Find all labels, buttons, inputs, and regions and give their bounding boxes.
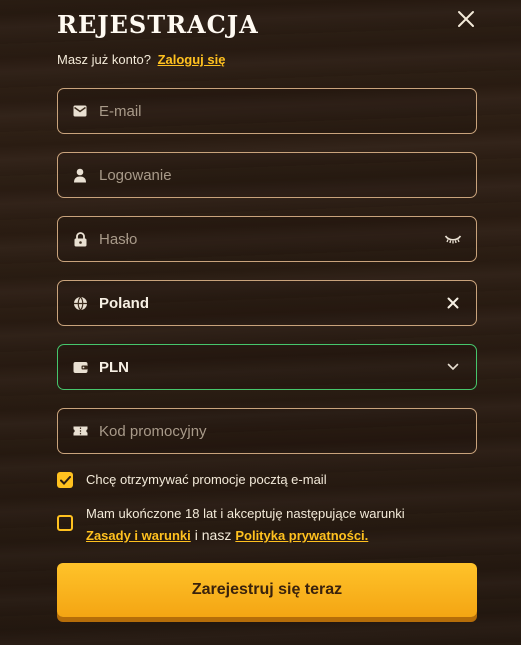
- globe-icon: [72, 295, 88, 311]
- login-placeholder: Logowanie: [99, 166, 172, 184]
- registration-modal: REJESTRACJA Masz już konto? Zaloguj się …: [0, 0, 521, 645]
- register-button[interactable]: Zarejestruj się teraz: [57, 563, 477, 617]
- ticket-icon: [72, 423, 88, 439]
- terms-connector: i nasz: [194, 527, 232, 543]
- clear-icon[interactable]: [444, 294, 462, 312]
- terms-label: Mam ukończone 18 lat i akceptuję następu…: [86, 506, 405, 521]
- terms-checkbox[interactable]: [57, 515, 73, 531]
- wallet-icon: [72, 359, 88, 375]
- country-select[interactable]: Poland: [57, 280, 477, 326]
- promo-code-field[interactable]: Kod promocyjny: [57, 408, 477, 454]
- login-link[interactable]: Zaloguj się: [158, 52, 226, 67]
- password-field[interactable]: Hasło: [57, 216, 477, 262]
- eye-closed-icon[interactable]: [444, 230, 462, 248]
- currency-select[interactable]: PLN: [57, 344, 477, 390]
- close-icon[interactable]: [453, 6, 479, 32]
- chevron-down-icon[interactable]: [444, 358, 462, 376]
- envelope-icon: [72, 103, 88, 119]
- have-account-text: Masz już konto?: [57, 52, 151, 67]
- password-placeholder: Hasło: [99, 230, 138, 248]
- login-prompt: Masz już konto? Zaloguj się: [57, 52, 225, 67]
- promo-code-placeholder: Kod promocyjny: [99, 422, 207, 440]
- currency-value: PLN: [99, 358, 129, 376]
- privacy-link[interactable]: Polityka prywatności.: [235, 528, 368, 543]
- terms-consent: Mam ukończone 18 lat i akceptuję następu…: [57, 506, 405, 543]
- login-field[interactable]: Logowanie: [57, 152, 477, 198]
- newsletter-consent: Chcę otrzymywać promocje pocztą e-mail: [57, 472, 327, 488]
- user-icon: [72, 167, 88, 183]
- terms-link[interactable]: Zasady i warunki: [86, 528, 191, 543]
- modal-title: REJESTRACJA: [57, 10, 259, 39]
- country-value: Poland: [99, 294, 150, 312]
- email-field[interactable]: E-mail: [57, 88, 477, 134]
- newsletter-checkbox[interactable]: [57, 472, 73, 488]
- check-icon: [59, 475, 71, 485]
- email-placeholder: E-mail: [99, 102, 142, 120]
- newsletter-label: Chcę otrzymywać promocje pocztą e-mail: [86, 472, 327, 487]
- lock-icon: [72, 231, 88, 247]
